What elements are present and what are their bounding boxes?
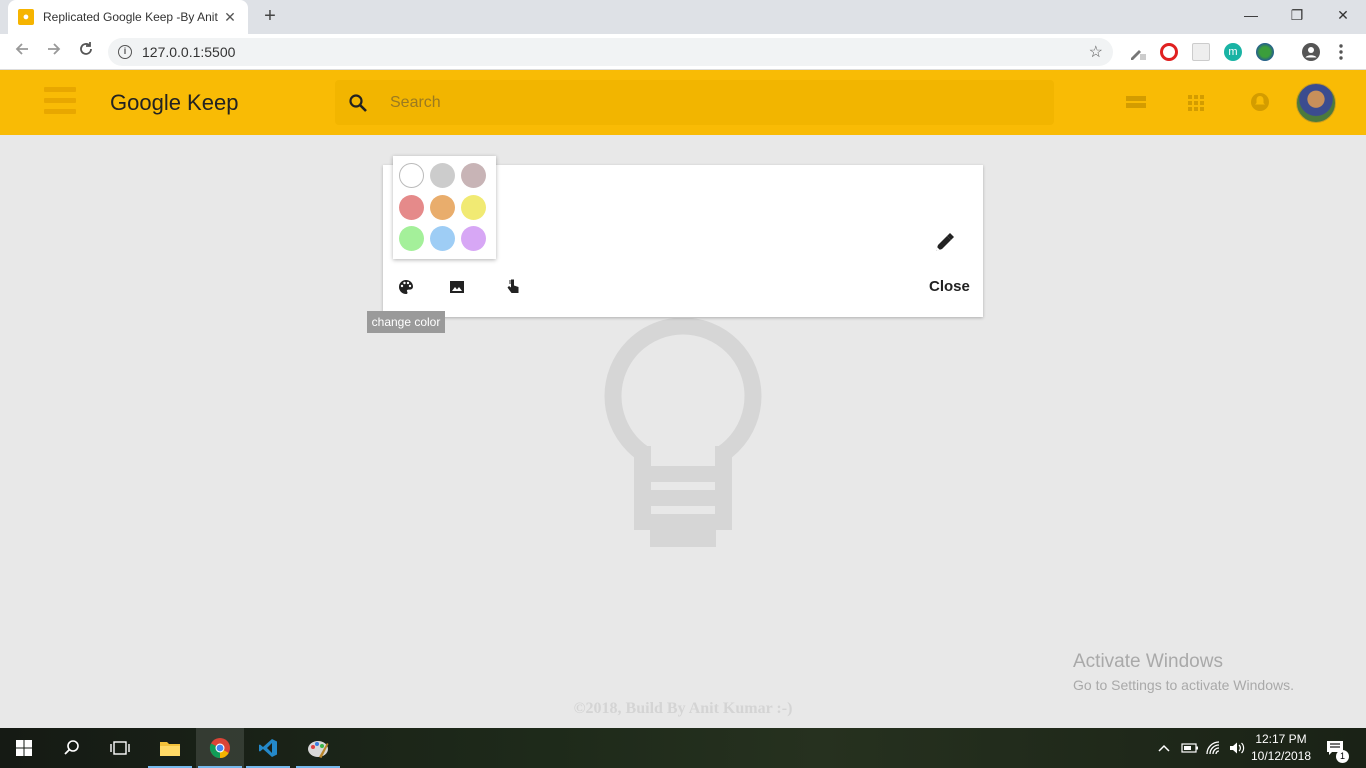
globe-extension-icon[interactable] xyxy=(1256,43,1274,61)
wifi-icon[interactable] xyxy=(1205,728,1223,768)
search-bar[interactable] xyxy=(335,80,1054,125)
vscode-icon[interactable] xyxy=(244,728,292,768)
file-explorer-icon[interactable] xyxy=(146,728,194,768)
color-swatch-red[interactable] xyxy=(399,194,424,220)
search-icon[interactable] xyxy=(338,93,378,113)
clock-date: 10/12/2018 xyxy=(1250,749,1312,763)
window-close-button[interactable]: ✕ xyxy=(1320,0,1366,30)
activate-windows-watermark: Activate Windows Go to Settings to activ… xyxy=(1073,651,1294,693)
eyedropper-extension-icon[interactable] xyxy=(1128,43,1146,61)
back-icon[interactable] xyxy=(10,40,34,64)
footer-copyright: ©2018, Build By Anit Kumar :-) xyxy=(573,700,793,717)
notification-badge: 1 xyxy=(1336,750,1349,763)
keep-favicon-icon: ● xyxy=(18,9,34,25)
notifications-bell-icon[interactable] xyxy=(1250,91,1270,118)
color-swatch-gray[interactable] xyxy=(430,163,455,188)
volume-icon[interactable] xyxy=(1228,728,1246,768)
show-hidden-icons[interactable] xyxy=(1157,728,1171,768)
image-icon[interactable] xyxy=(448,278,466,296)
clock-time: 12:17 PM xyxy=(1255,732,1307,746)
site-info-icon[interactable]: i xyxy=(118,45,132,59)
m-extension-icon[interactable]: m xyxy=(1224,43,1242,61)
chrome-icon[interactable] xyxy=(196,728,244,768)
app-title: Google Keep xyxy=(110,90,239,115)
app-header: Google Keep xyxy=(0,70,1366,135)
url-text: 127.0.0.1:5500 xyxy=(142,44,236,60)
change-color-tooltip: change color xyxy=(367,311,445,333)
browser-toolbar: i 127.0.0.1:5500 ☆ m xyxy=(0,34,1366,70)
task-view-icon[interactable] xyxy=(96,728,144,768)
color-swatch-purple[interactable] xyxy=(461,226,486,252)
tab-title: Replicated Google Keep -By Anit xyxy=(43,10,218,24)
paint-icon[interactable] xyxy=(294,728,342,768)
windows-start-icon[interactable] xyxy=(0,728,48,768)
color-swatch-green[interactable] xyxy=(399,226,424,252)
activate-windows-subtitle: Go to Settings to activate Windows. xyxy=(1073,677,1294,693)
color-swatch-yellow[interactable] xyxy=(461,194,486,220)
tab-close-icon[interactable]: ✕ xyxy=(222,9,238,26)
windows-taskbar: 12:17 PM 10/12/2018 1 xyxy=(0,728,1366,768)
palette-icon[interactable] xyxy=(397,278,415,296)
list-view-icon[interactable] xyxy=(1125,91,1147,118)
lightbulb-placeholder-icon xyxy=(604,318,762,547)
color-swatch-white[interactable] xyxy=(399,163,424,188)
user-avatar[interactable] xyxy=(1296,83,1336,123)
activate-windows-title: Activate Windows xyxy=(1073,651,1223,672)
hamburger-menu-icon[interactable] xyxy=(44,87,76,117)
color-picker-popup xyxy=(393,156,496,259)
forward-icon[interactable] xyxy=(42,40,66,64)
browser-tab[interactable]: ● Replicated Google Keep -By Anit ✕ xyxy=(8,0,248,34)
pencil-icon[interactable] xyxy=(933,232,955,259)
browser-menu-icon[interactable] xyxy=(1336,43,1346,61)
grid-extension-icon[interactable] xyxy=(1192,43,1210,61)
opera-extension-icon[interactable] xyxy=(1160,43,1178,61)
battery-icon[interactable] xyxy=(1181,728,1199,768)
color-swatch-blue[interactable] xyxy=(430,226,455,252)
system-clock[interactable]: 12:17 PM 10/12/2018 xyxy=(1247,731,1315,765)
minimize-button[interactable]: — xyxy=(1228,0,1274,30)
new-tab-button[interactable]: + xyxy=(258,5,282,29)
profile-icon[interactable] xyxy=(1302,43,1320,61)
search-input[interactable] xyxy=(390,93,990,112)
hand-pointer-icon[interactable] xyxy=(504,278,522,296)
browser-tabstrip: ● Replicated Google Keep -By Anit ✕ + — … xyxy=(0,0,1366,34)
address-bar[interactable]: i 127.0.0.1:5500 ☆ xyxy=(108,38,1113,66)
apps-grid-icon[interactable] xyxy=(1187,91,1205,118)
close-note-button[interactable]: Close xyxy=(929,278,970,295)
restore-button[interactable]: ❐ xyxy=(1274,0,1320,30)
bookmark-star-icon[interactable]: ☆ xyxy=(1089,42,1103,62)
search-taskbar-icon[interactable] xyxy=(48,728,96,768)
reload-icon[interactable] xyxy=(74,40,98,64)
color-swatch-mauve[interactable] xyxy=(461,163,486,188)
color-swatch-orange[interactable] xyxy=(430,194,455,220)
